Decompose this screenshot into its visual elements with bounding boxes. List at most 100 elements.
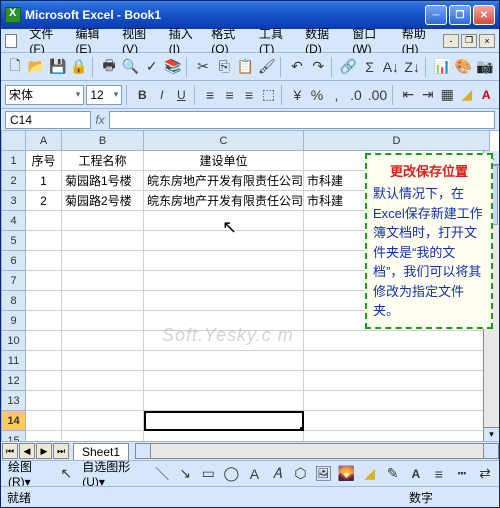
cell-B12[interactable]	[62, 371, 144, 391]
sheet-tab[interactable]: Sheet1	[73, 443, 129, 460]
paste-icon[interactable]: 📋	[235, 56, 255, 78]
close-button[interactable]: ✕	[473, 5, 495, 25]
cell-B5[interactable]	[62, 231, 144, 251]
cell-C7[interactable]	[144, 271, 304, 291]
name-box[interactable]: C14	[5, 111, 91, 129]
new-icon[interactable]: 🗋	[5, 56, 25, 78]
inc-dec-icon[interactable]: .0	[347, 84, 365, 106]
align-center-icon[interactable]: ≡	[221, 84, 239, 106]
tab-last-icon[interactable]: ⏭	[53, 443, 69, 459]
cell-B9[interactable]	[62, 311, 144, 331]
cell-B8[interactable]	[62, 291, 144, 311]
select-all[interactable]	[2, 131, 26, 151]
fillcolor2-icon[interactable]: ◢	[360, 463, 380, 485]
rect-icon[interactable]: ▭	[198, 463, 218, 485]
dashstyle-icon[interactable]: ┅	[452, 463, 472, 485]
cell-B4[interactable]	[62, 211, 144, 231]
cell-D11[interactable]	[304, 351, 490, 371]
sum-icon[interactable]: Σ	[359, 56, 379, 78]
row-header-1[interactable]: 1	[2, 151, 26, 171]
indent-inc-icon[interactable]: ⇥	[419, 84, 437, 106]
cell-B15[interactable]	[62, 431, 144, 441]
underline-icon[interactable]: U	[173, 84, 191, 106]
autoshape-menu[interactable]: 自选图形(U)▾	[79, 461, 149, 487]
cell-A10[interactable]	[26, 331, 62, 351]
minimize-button[interactable]: ─	[425, 5, 447, 25]
copy-icon[interactable]: ⎘	[214, 56, 234, 78]
merge-icon[interactable]: ⬚	[260, 84, 278, 106]
drawing-icon[interactable]: 🎨	[453, 56, 473, 78]
cell-C6[interactable]	[144, 251, 304, 271]
cell-C15[interactable]	[144, 431, 304, 441]
arrowstyle-icon[interactable]: ⇄	[475, 463, 495, 485]
draw-menu[interactable]: 绘图(R)▾	[5, 461, 53, 487]
cell-C10[interactable]	[144, 331, 304, 351]
formula-input[interactable]	[109, 111, 495, 129]
textbox-icon[interactable]: A	[244, 463, 264, 485]
permission-icon[interactable]: 🔒	[69, 56, 89, 78]
horizontal-scrollbar[interactable]	[135, 443, 499, 459]
row-header-14[interactable]: 14	[2, 411, 26, 431]
cell-A9[interactable]	[26, 311, 62, 331]
select-icon[interactable]: ↖	[56, 463, 76, 485]
diagram-icon[interactable]: ⬡	[290, 463, 310, 485]
row-header-8[interactable]: 8	[2, 291, 26, 311]
row-header-15[interactable]: 15	[2, 431, 26, 441]
linecolor-icon[interactable]: ✎	[383, 463, 403, 485]
indent-dec-icon[interactable]: ⇤	[400, 84, 418, 106]
mdi-restore[interactable]: ❐	[461, 34, 477, 48]
mdi-minimize[interactable]: -	[443, 34, 459, 48]
cell-B14[interactable]	[62, 411, 144, 431]
row-header-12[interactable]: 12	[2, 371, 26, 391]
cell-A1[interactable]: 序号	[26, 151, 62, 171]
open-icon[interactable]: 📂	[26, 56, 46, 78]
cell-A6[interactable]	[26, 251, 62, 271]
percent-icon[interactable]: %	[308, 84, 326, 106]
research-icon[interactable]: 📚	[163, 56, 183, 78]
cell-C1[interactable]: 建设单位	[144, 151, 304, 171]
redo-icon[interactable]: ↷	[308, 56, 328, 78]
cell-A3[interactable]: 2	[26, 191, 62, 211]
cell-C2[interactable]: 皖东房地产开发有限责任公司	[144, 171, 304, 191]
fontcolor2-icon[interactable]: A	[406, 463, 426, 485]
print-icon[interactable]: 🖶	[99, 56, 119, 78]
cell-A15[interactable]	[26, 431, 62, 441]
row-header-4[interactable]: 4	[2, 211, 26, 231]
clipart-icon[interactable]: 🖼	[314, 463, 334, 485]
sort-asc-icon[interactable]: A↓	[381, 56, 401, 78]
row-header-6[interactable]: 6	[2, 251, 26, 271]
italic-icon[interactable]: I	[153, 84, 171, 106]
save-icon[interactable]: 💾	[48, 56, 68, 78]
cell-C4[interactable]	[144, 211, 304, 231]
cell-B11[interactable]	[62, 351, 144, 371]
camera-icon[interactable]: 📷	[475, 56, 495, 78]
row-header-9[interactable]: 9	[2, 311, 26, 331]
cell-B3[interactable]: 菊园路2号楼	[62, 191, 144, 211]
col-header-C[interactable]: C	[144, 131, 304, 151]
bold-icon[interactable]: B	[134, 84, 152, 106]
cell-A5[interactable]	[26, 231, 62, 251]
tab-prev-icon[interactable]: ◀	[19, 443, 35, 459]
cell-D14[interactable]	[304, 411, 490, 431]
sort-desc-icon[interactable]: Z↓	[402, 56, 422, 78]
cell-C13[interactable]	[144, 391, 304, 411]
oval-icon[interactable]: ◯	[221, 463, 241, 485]
cell-A7[interactable]	[26, 271, 62, 291]
cell-C9[interactable]	[144, 311, 304, 331]
align-right-icon[interactable]: ≡	[240, 84, 258, 106]
fmtpaint-icon[interactable]: 🖌	[257, 56, 277, 78]
picture-icon[interactable]: 🌄	[337, 463, 357, 485]
cell-C5[interactable]	[144, 231, 304, 251]
tab-first-icon[interactable]: ⏮	[2, 443, 18, 459]
font-combo[interactable]: 宋体▾	[5, 85, 84, 105]
cell-A11[interactable]	[26, 351, 62, 371]
row-header-5[interactable]: 5	[2, 231, 26, 251]
cell-D15[interactable]	[304, 431, 490, 441]
arrow-icon[interactable]: ↘	[175, 463, 195, 485]
cell-C8[interactable]	[144, 291, 304, 311]
cut-icon[interactable]: ✂	[193, 56, 213, 78]
row-header-11[interactable]: 11	[2, 351, 26, 371]
cell-C12[interactable]	[144, 371, 304, 391]
cell-C11[interactable]	[144, 351, 304, 371]
chart-icon[interactable]: 📊	[432, 56, 452, 78]
